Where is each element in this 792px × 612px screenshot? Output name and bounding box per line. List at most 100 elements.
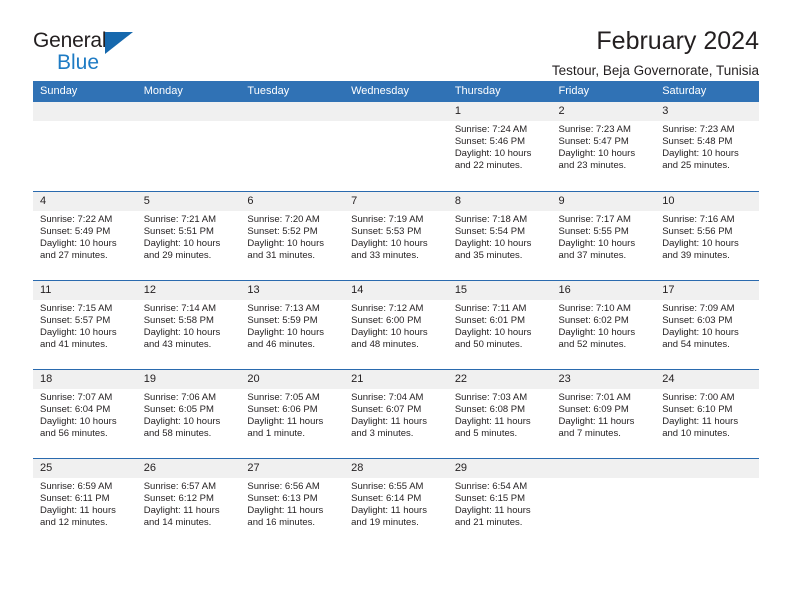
sunrise-text: Sunrise: 7:22 AM <box>40 213 113 225</box>
calendar-day-cell[interactable]: 23 Sunrise: 7:01 AM Sunset: 6:09 PM Dayligh… <box>551 368 656 458</box>
calendar-day-cell[interactable]: 11 Sunrise: 7:15 AM Sunset: 5:57 PM Dayligh… <box>33 279 137 369</box>
calendar-day-cell[interactable]: 2 Sunrise: 7:23 AM Sunset: 5:47 PM Daylight… <box>551 102 656 191</box>
calendar-day-cell[interactable]: 18 Sunrise: 7:07 AM Sunset: 6:04 PM Dayligh… <box>33 368 137 458</box>
sunset-text: Sunset: 6:01 PM <box>454 314 526 326</box>
calendar-day-cell[interactable]: 10 Sunrise: 7:16 AM Sunset: 5:56 PM Dayligh… <box>655 190 759 280</box>
calendar-header-row: Sunday Monday Tuesday Wednesday Thursday Frid… <box>33 81 759 102</box>
day-number: 9 <box>551 191 656 211</box>
day-number <box>136 102 241 121</box>
day-number: 7 <box>344 191 448 211</box>
daylight-text: Daylight: 10 hours and 37 minutes. <box>558 237 636 261</box>
sunset-text: Sunset: 5:51 PM <box>143 225 214 237</box>
sunset-text: Sunset: 6:12 PM <box>143 492 214 504</box>
calendar-day-cell[interactable]: 17 Sunrise: 7:09 AM Sunset: 6:03 PM Dayligh… <box>655 279 759 369</box>
sunrise-text: Sunrise: 7:05 AM <box>247 391 320 403</box>
sunrise-text: Sunrise: 7:12 AM <box>351 302 424 314</box>
sunset-text: Sunset: 5:52 PM <box>247 225 318 237</box>
calendar-day-cell[interactable]: 25 Sunrise: 6:59 AM Sunset: 6:11 PM Dayligh… <box>33 457 137 547</box>
calendar-day-cell[interactable]: 20 Sunrise: 7:05 AM Sunset: 6:06 PM Dayligh… <box>240 368 345 458</box>
calendar-day-cell[interactable]: 15 Sunrise: 7:11 AM Sunset: 6:01 PM Dayligh… <box>447 279 552 369</box>
sunrise-text: Sunrise: 7:10 AM <box>558 302 631 314</box>
sunrise-text: Sunrise: 6:54 AM <box>454 480 528 492</box>
title-block: February 2024 Testour, Beja Governorate,… <box>552 27 759 77</box>
day-number: 14 <box>344 280 448 300</box>
sunrise-text: Sunrise: 6:55 AM <box>351 480 424 492</box>
day-sun-info: Sunrise: 7:19 AM Sunset: 5:53 PM Daylight:… <box>344 211 448 262</box>
sunset-text: Sunset: 6:04 PM <box>40 403 111 415</box>
sunrise-text: Sunrise: 7:24 AM <box>454 124 528 135</box>
daylight-text: Daylight: 11 hours and 1 minute. <box>247 415 324 439</box>
sunrise-text: Sunrise: 7:16 AM <box>662 213 735 225</box>
brand-logo[interactable]: General Blue <box>33 28 143 73</box>
calendar-day-cell[interactable]: 19 Sunrise: 7:06 AM Sunset: 6:05 PM Dayligh… <box>136 368 241 458</box>
weekday-header-friday: Friday <box>551 81 656 102</box>
calendar-day-cell[interactable]: 29 Sunrise: 6:54 AM Sunset: 6:15 PM Dayligh… <box>447 457 552 547</box>
day-number: 5 <box>136 191 241 211</box>
sunrise-text: Sunrise: 7:04 AM <box>351 391 424 403</box>
calendar-day-cell-empty <box>240 102 345 191</box>
calendar-day-cell[interactable]: 4 Sunrise: 7:22 AM Sunset: 5:49 PM Daylight… <box>33 190 137 280</box>
calendar-day-cell[interactable]: 5 Sunrise: 7:21 AM Sunset: 5:51 PM Daylight… <box>136 190 241 280</box>
calendar-week-row: 25 Sunrise: 6:59 AM Sunset: 6:11 PM Dayligh… <box>33 457 759 547</box>
calendar-day-cell[interactable]: 26 Sunrise: 6:57 AM Sunset: 6:12 PM Dayligh… <box>136 457 241 547</box>
daylight-text: Daylight: 11 hours and 19 minutes. <box>351 504 427 528</box>
calendar-day-cell[interactable]: 24 Sunrise: 7:00 AM Sunset: 6:10 PM Dayligh… <box>655 368 759 458</box>
day-number <box>344 102 448 121</box>
sunset-text: Sunset: 6:05 PM <box>143 403 214 415</box>
calendar-day-cell[interactable]: 21 Sunrise: 7:04 AM Sunset: 6:07 PM Dayligh… <box>344 368 448 458</box>
day-number: 13 <box>240 280 345 300</box>
calendar-day-cell[interactable]: 1 Sunrise: 7:24 AM Sunset: 5:46 PM Daylight… <box>447 102 552 191</box>
day-number: 19 <box>136 369 241 389</box>
weekday-header-wednesday: Wednesday <box>344 81 448 102</box>
daylight-text: Daylight: 10 hours and 50 minutes. <box>454 326 532 350</box>
day-sun-info: Sunrise: 6:59 AM Sunset: 6:11 PM Daylight:… <box>33 478 137 529</box>
calendar-day-cell[interactable]: 14 Sunrise: 7:12 AM Sunset: 6:00 PM Dayligh… <box>344 279 448 369</box>
sunset-text: Sunset: 6:11 PM <box>40 492 110 504</box>
calendar-day-cell[interactable]: 28 Sunrise: 6:55 AM Sunset: 6:14 PM Dayligh… <box>344 457 448 547</box>
calendar-week-row: 18 Sunrise: 7:07 AM Sunset: 6:04 PM Dayligh… <box>33 368 759 458</box>
sunrise-text: Sunrise: 6:57 AM <box>143 480 217 492</box>
calendar-page: General Blue February 2024 Testour, Beja… <box>0 0 792 612</box>
sunrise-text: Sunrise: 7:15 AM <box>40 302 113 314</box>
calendar-day-cell-empty <box>136 102 241 191</box>
calendar-day-cell[interactable]: 12 Sunrise: 7:14 AM Sunset: 5:58 PM Dayligh… <box>136 279 241 369</box>
sunset-text: Sunset: 5:53 PM <box>351 225 422 237</box>
day-sun-info: Sunrise: 7:18 AM Sunset: 5:54 PM Daylight:… <box>448 211 552 262</box>
calendar-day-cell[interactable]: 6 Sunrise: 7:20 AM Sunset: 5:52 PM Daylight… <box>240 190 345 280</box>
sunset-text: Sunset: 6:15 PM <box>454 492 526 504</box>
weekday-header-monday: Monday <box>136 81 241 102</box>
daylight-text: Daylight: 10 hours and 25 minutes. <box>662 148 739 172</box>
daylight-text: Daylight: 10 hours and 58 minutes. <box>143 415 221 439</box>
daylight-text: Daylight: 11 hours and 7 minutes. <box>558 415 635 439</box>
calendar-day-cell[interactable]: 13 Sunrise: 7:13 AM Sunset: 5:59 PM Dayligh… <box>240 279 345 369</box>
brand-name-bottom: Blue <box>57 51 100 74</box>
sunset-text: Sunset: 5:58 PM <box>143 314 214 326</box>
sunrise-text: Sunrise: 7:23 AM <box>558 124 631 135</box>
sunset-text: Sunset: 6:02 PM <box>558 314 629 326</box>
calendar-day-cell[interactable]: 27 Sunrise: 6:56 AM Sunset: 6:13 PM Dayligh… <box>240 457 345 547</box>
sunset-text: Sunset: 6:06 PM <box>247 403 318 415</box>
day-number <box>655 458 759 478</box>
calendar-day-cell[interactable]: 16 Sunrise: 7:10 AM Sunset: 6:02 PM Dayligh… <box>551 279 656 369</box>
sunset-text: Sunset: 6:08 PM <box>454 403 526 415</box>
day-sun-info: Sunrise: 7:13 AM Sunset: 5:59 PM Daylight:… <box>240 300 344 351</box>
sunset-text: Sunset: 5:54 PM <box>454 225 526 237</box>
day-number: 29 <box>447 458 552 478</box>
day-sun-info: Sunrise: 7:22 AM Sunset: 5:49 PM Daylight:… <box>33 211 137 262</box>
day-number: 16 <box>551 280 656 300</box>
calendar-day-cell[interactable]: 9 Sunrise: 7:17 AM Sunset: 5:55 PM Daylight… <box>551 190 656 280</box>
calendar-day-cell[interactable]: 8 Sunrise: 7:18 AM Sunset: 5:54 PM Daylight… <box>447 190 552 280</box>
daylight-text: Daylight: 10 hours and 46 minutes. <box>247 326 324 350</box>
daylight-text: Daylight: 10 hours and 48 minutes. <box>351 326 428 350</box>
calendar-day-cell[interactable]: 22 Sunrise: 7:03 AM Sunset: 6:08 PM Dayligh… <box>447 368 552 458</box>
day-number: 25 <box>33 458 137 478</box>
day-sun-info: Sunrise: 7:14 AM Sunset: 5:58 PM Daylight:… <box>137 300 241 351</box>
day-number: 2 <box>551 102 656 121</box>
day-sun-info: Sunrise: 7:04 AM Sunset: 6:07 PM Daylight:… <box>344 389 448 440</box>
sunrise-text: Sunrise: 7:13 AM <box>247 302 320 314</box>
daylight-text: Daylight: 10 hours and 54 minutes. <box>662 326 739 350</box>
calendar-day-cell[interactable]: 3 Sunrise: 7:23 AM Sunset: 5:48 PM Daylight… <box>655 102 759 191</box>
day-number <box>240 102 345 121</box>
daylight-text: Daylight: 10 hours and 22 minutes. <box>454 148 532 172</box>
calendar-day-cell[interactable]: 7 Sunrise: 7:19 AM Sunset: 5:53 PM Daylight… <box>344 190 448 280</box>
